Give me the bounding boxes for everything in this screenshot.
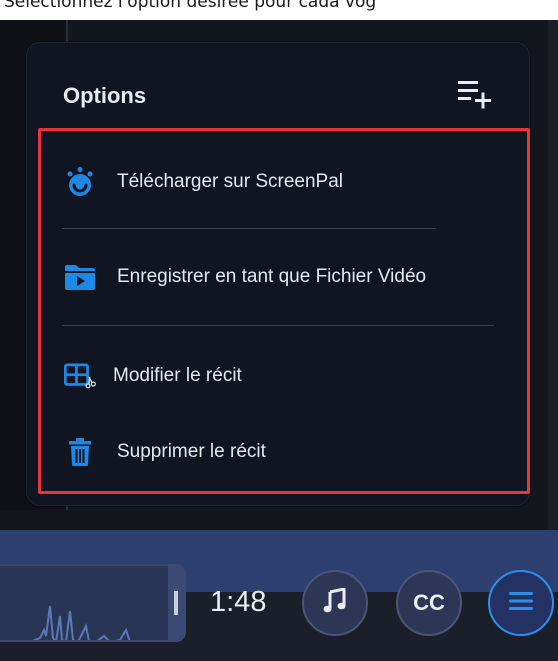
captions-button[interactable]: CC (396, 570, 462, 636)
playback-time: 1:48 (210, 586, 267, 618)
trash-icon (64, 436, 96, 468)
edit-cut-grid-icon (64, 360, 96, 392)
menu-item-label: Supprimer le récit (117, 441, 266, 462)
menu-item-label: Enregistrer en tant que Fichier Vidéo (117, 266, 427, 287)
audio-waveform[interactable] (0, 564, 186, 642)
menu-divider (62, 325, 494, 326)
video-folder-icon (64, 261, 96, 293)
captions-label: CC (413, 590, 445, 615)
menu-item-upload-screenpal[interactable]: Télécharger sur ScreenPal (64, 162, 504, 202)
menu-item-save-video-file[interactable]: Enregistrer en tant que Fichier Vidéo (64, 257, 504, 297)
instruction-strip: Sélectionnez l'option désirée pour cada … (0, 0, 558, 20)
playlist-add-icon[interactable] (457, 79, 493, 109)
menu-icon (508, 590, 534, 617)
menu-button[interactable] (488, 570, 554, 636)
menu-item-label: Modifier le récit (113, 365, 242, 386)
menu-item-label: Télécharger sur ScreenPal (117, 171, 343, 192)
menu-item-delete-story[interactable]: Supprimer le récit (64, 432, 504, 472)
menu-divider (62, 228, 436, 229)
screenpal-upload-icon (64, 166, 96, 198)
waveform-trim-handle[interactable] (168, 566, 184, 640)
music-note-icon (323, 586, 347, 619)
menu-item-edit-story[interactable]: Modifier le récit (64, 356, 504, 396)
options-title: Options (63, 83, 147, 108)
right-band (548, 20, 558, 530)
music-button[interactable] (302, 570, 368, 636)
instruction-text: Sélectionnez l'option désirée pour cada … (4, 0, 377, 12)
